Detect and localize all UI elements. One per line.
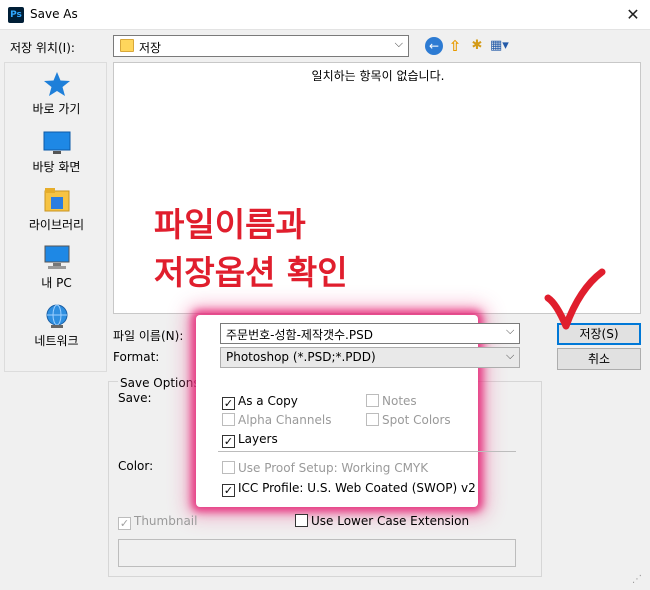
format-label: Format: [113,350,160,364]
checkmark-icon [544,268,606,330]
checkbox-label: ICC Profile: U.S. Web Coated (SWOP) v2 [238,481,476,495]
sidebar-item-desktop[interactable]: 바탕 화면 [5,131,108,175]
up-folder-icon[interactable]: ⇧ [446,37,464,55]
checkbox-label: Notes [382,394,417,408]
save-location-dropdown[interactable]: 저장 ⌵ [113,35,409,57]
checkbox-box [222,461,235,474]
sidebar-item-label: 라이브러리 [28,218,85,232]
save-location-value: 저장 [139,41,162,55]
checkbox-as-a-copy[interactable]: ✓ As a Copy [222,394,298,410]
checkbox-box: ✓ [118,517,131,530]
library-icon [44,188,69,212]
photoshop-app-icon: Ps [8,7,24,23]
annotation-line: 파일이름과 [154,205,306,244]
divider [218,451,516,452]
format-select[interactable]: Photoshop (*.PSD;*.PDD) [220,347,520,368]
save-location-label: 저장 위치(I): [10,41,75,55]
checkbox-box[interactable] [295,514,308,527]
sidebar-item-this-pc[interactable]: 내 PC [5,245,108,291]
cancel-button[interactable]: 취소 [557,348,641,370]
places-sidebar: 바로 가기 바탕 화면 라이브러리 내 PC 네트워크 [4,62,107,372]
color-section-label: Color: [118,459,154,473]
checkbox-alpha-channels: Alpha Channels [222,413,331,427]
description-box [118,539,516,567]
save-options-title: Save Options [118,376,202,390]
checkbox-label: As a Copy [238,394,298,408]
pc-icon [44,245,69,269]
view-menu-icon[interactable]: ▦▾ [490,38,516,54]
resize-grip-icon[interactable]: ⋰ [632,574,642,585]
filename-input[interactable]: 주문번호-성함-제작갯수.PSD [220,323,520,344]
close-icon[interactable]: ✕ [620,3,646,27]
checkbox-icc-profile[interactable]: ✓ ICC Profile: U.S. Web Coated (SWOP) v2 [222,481,476,497]
checkbox-lower-case-extension[interactable]: Use Lower Case Extension [295,514,469,528]
title-bar: Ps Save As ✕ [0,0,650,30]
sidebar-item-label: 네트워크 [34,334,79,348]
checkbox-box [222,413,235,426]
checkbox-box[interactable]: ✓ [222,435,235,448]
checkbox-label: Layers [238,432,278,446]
checkbox-label: Use Lower Case Extension [311,514,470,528]
checkbox-use-proof-setup: Use Proof Setup: Working CMYK [222,461,428,475]
sidebar-item-libraries[interactable]: 라이브러리 [5,187,108,233]
new-folder-icon[interactable]: ✱ [468,37,486,55]
checkbox-label: Alpha Channels [238,413,332,427]
checkbox-layers[interactable]: ✓ Layers [222,432,278,448]
checkbox-spot-colors: Spot Colors [366,413,451,427]
checkbox-label: Use Proof Setup: Working CMYK [238,461,429,475]
back-arrow-icon[interactable]: ← [425,37,443,55]
annotation-text: 파일이름과 저장옵션 확인 [154,201,348,297]
checkbox-box [366,413,379,426]
sidebar-item-network[interactable]: 네트워크 [5,303,108,349]
checkbox-box [366,394,379,407]
checkbox-thumbnail: ✓ Thumbnail [118,514,197,530]
desktop-icon [43,131,70,154]
chevron-down-icon[interactable]: ⌵ [506,349,514,363]
save-section-label: Save: [118,391,152,405]
checkbox-label: Spot Colors [382,413,451,427]
folder-icon [120,39,134,52]
network-icon [46,304,67,328]
annotation-line: 저장옵션 확인 [154,253,348,292]
checkbox-notes: Notes [366,394,417,408]
sidebar-item-label: 바로 가기 [32,102,81,116]
window-title: Save As [30,7,78,21]
sidebar-item-quick-access[interactable]: 바로 가기 [5,71,108,117]
filename-label: 파일 이름(N): [113,329,184,343]
sidebar-item-label: 바탕 화면 [32,160,81,174]
checkbox-label: Thumbnail [134,514,198,528]
chevron-down-icon: ⌵ [394,37,403,50]
star-icon [43,72,70,96]
empty-list-message: 일치하는 항목이 없습니다. [311,69,445,83]
checkbox-box[interactable]: ✓ [222,484,235,497]
checkbox-box[interactable]: ✓ [222,397,235,410]
sidebar-item-label: 내 PC [41,276,72,290]
chevron-down-icon[interactable]: ⌵ [506,324,514,338]
